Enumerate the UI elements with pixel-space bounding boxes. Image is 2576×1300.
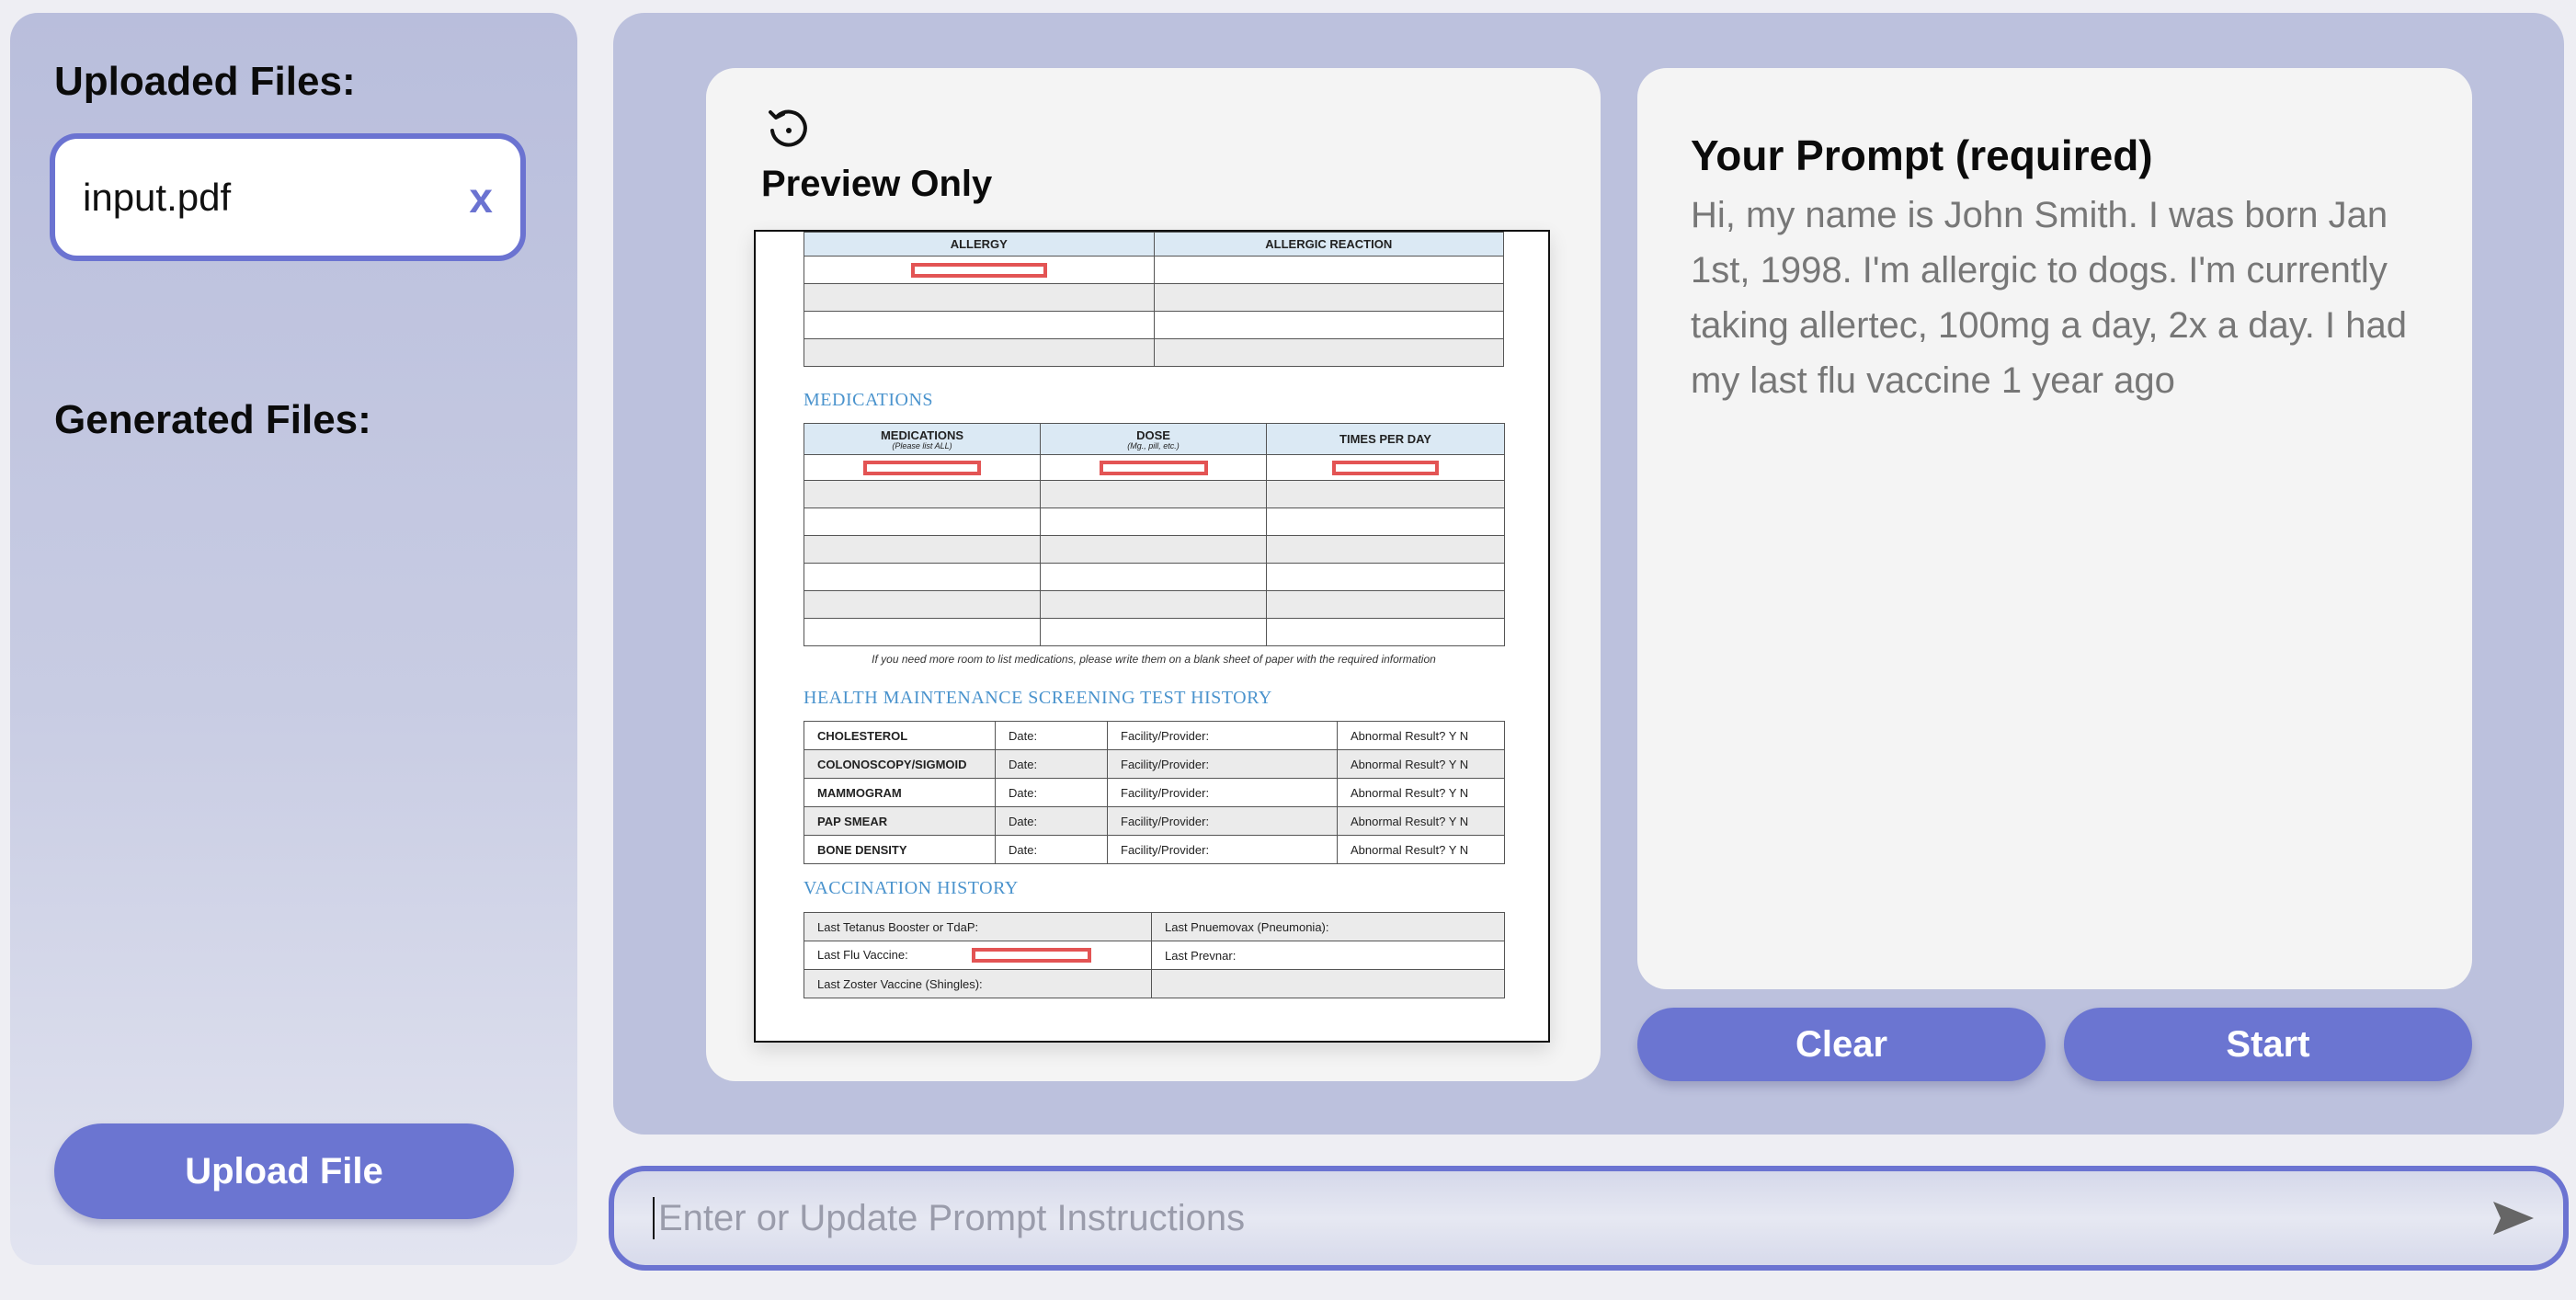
screening-table: CHOLESTEROL Date: Facility/Provider: Abn… <box>804 721 1505 864</box>
clear-button[interactable]: Clear <box>1637 1008 2046 1081</box>
times-col-header: TIMES PER DAY <box>1266 423 1505 455</box>
date-label: Date: <box>995 778 1108 807</box>
allergic-reaction-header: ALLERGIC REACTION <box>1153 232 1504 257</box>
date-label: Date: <box>995 806 1108 836</box>
screening-name: COLONOSCOPY/SIGMOID <box>804 749 996 779</box>
vacc-flu-label: Last Flu Vaccine: <box>817 947 908 962</box>
prompt-card: Your Prompt (required) Hi, my name is Jo… <box>1637 68 2472 989</box>
screening-name: BONE DENSITY <box>804 835 996 864</box>
medications-table: MEDICATIONS (Please list ALL) DOSE (Mg., p… <box>804 423 1505 646</box>
date-label: Date: <box>995 749 1108 779</box>
vaccination-table: Last Tetanus Booster or TdaP: Last Pnuem… <box>804 912 1505 998</box>
medications-col-sub: (Please list ALL) <box>892 440 952 450</box>
vaccination-heading: VACCINATION HISTORY <box>804 878 1019 898</box>
document-preview: ALLERGY ALLERGIC REACTION MEDICATIONS ME… <box>754 230 1550 1043</box>
start-button[interactable]: Start <box>2064 1008 2472 1081</box>
prompt-instructions-input[interactable] <box>658 1197 2491 1239</box>
abnormal-label: Abnormal Result? Y N <box>1337 835 1505 864</box>
facility-label: Facility/Provider: <box>1107 749 1338 779</box>
refresh-icon[interactable] <box>763 103 815 154</box>
vacc-zoster-label: Last Zoster Vaccine (Shingles): <box>804 969 1152 998</box>
upload-file-button[interactable]: Upload File <box>54 1123 514 1219</box>
highlight-field <box>1332 460 1439 475</box>
abnormal-label: Abnormal Result? Y N <box>1337 749 1505 779</box>
facility-label: Facility/Provider: <box>1107 721 1338 750</box>
abnormal-label: Abnormal Result? Y N <box>1337 778 1505 807</box>
screening-name: PAP SMEAR <box>804 806 996 836</box>
vacc-tetanus-label: Last Tetanus Booster or TdaP: <box>804 912 1152 941</box>
abnormal-label: Abnormal Result? Y N <box>1337 806 1505 836</box>
allergy-header: ALLERGY <box>804 232 1155 257</box>
generated-files-title: Generated Files: <box>54 397 371 442</box>
facility-label: Facility/Provider: <box>1107 778 1338 807</box>
highlight-field <box>863 460 981 475</box>
allergy-table: ALLERGY ALLERGIC REACTION <box>804 232 1504 367</box>
prompt-title: Your Prompt (required) <box>1691 131 2153 179</box>
uploaded-file-name: input.pdf <box>83 175 232 219</box>
medications-col-header: MEDICATIONS <box>880 428 964 442</box>
preview-title: Preview Only <box>761 164 993 204</box>
screening-heading: HEALTH MAINTENANCE SCREENING TEST HISTOR… <box>804 688 1272 708</box>
highlight-field <box>910 262 1047 278</box>
screening-name: MAMMOGRAM <box>804 778 996 807</box>
remove-file-button[interactable]: x <box>469 173 493 222</box>
send-icon[interactable] <box>2491 1200 2536 1237</box>
prompt-text[interactable]: Hi, my name is John Smith. I was born Ja… <box>1691 188 2426 408</box>
medications-heading: MEDICATIONS <box>804 390 934 410</box>
vacc-prevnar-label: Last Prevnar: <box>1151 941 1505 970</box>
date-label: Date: <box>995 721 1108 750</box>
highlight-field <box>972 948 1092 964</box>
preview-card: Preview Only ALLERGY ALLERGIC REACTION M… <box>706 68 1601 1081</box>
date-label: Date: <box>995 835 1108 864</box>
facility-label: Facility/Provider: <box>1107 806 1338 836</box>
dose-col-header: DOSE <box>1136 428 1170 442</box>
prompt-input-bar[interactable] <box>609 1166 2569 1271</box>
vacc-pneumovax-label: Last Pnuemovax (Pneumonia): <box>1151 912 1505 941</box>
text-cursor <box>653 1197 655 1239</box>
medications-note: If you need more room to list medication… <box>872 653 1436 666</box>
uploaded-files-title: Uploaded Files: <box>54 59 356 104</box>
screening-name: CHOLESTEROL <box>804 721 996 750</box>
dose-col-sub: (Mg., pill, etc.) <box>1127 440 1180 450</box>
abnormal-label: Abnormal Result? Y N <box>1337 721 1505 750</box>
facility-label: Facility/Provider: <box>1107 835 1338 864</box>
uploaded-file-chip[interactable]: input.pdf x <box>50 133 526 261</box>
highlight-field <box>1099 460 1208 475</box>
